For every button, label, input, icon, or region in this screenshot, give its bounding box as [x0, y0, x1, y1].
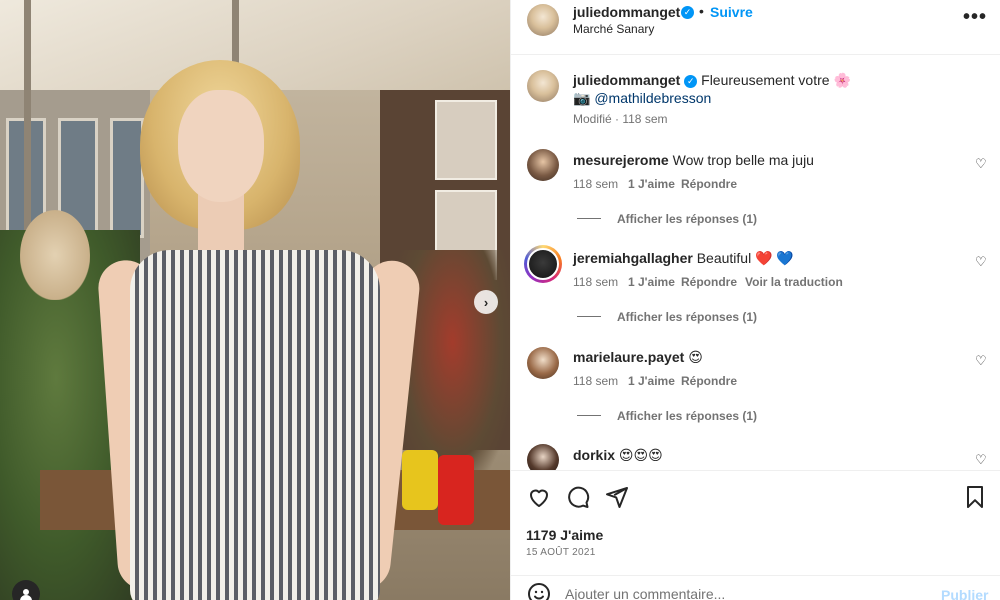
see-translation-button[interactable]: Voir la traduction [745, 275, 843, 289]
caption-line: juliedommanget ✓ Fleureusement votre 🌸 [573, 72, 851, 89]
caption-text: Fleureusement votre [701, 72, 830, 88]
caption-username[interactable]: juliedommanget [573, 72, 680, 88]
post-photo[interactable]: › [0, 0, 510, 600]
avatar [527, 248, 559, 280]
comments-list[interactable]: juliedommanget ✓ Fleureusement votre 🌸 📷… [511, 55, 1000, 470]
publish-button[interactable]: Publier [941, 587, 988, 600]
heart-icon[interactable]: ♡ [975, 452, 987, 468]
bookmark-icon[interactable] [963, 485, 987, 512]
share-icon[interactable] [605, 485, 629, 512]
comment-username[interactable]: jeremiahgallagher [573, 250, 693, 266]
avatar[interactable] [527, 70, 559, 102]
comment-text: 😍 [688, 349, 703, 365]
heart-icon[interactable]: ♡ [975, 353, 987, 369]
comment-text: 😍😍😍 [618, 447, 663, 463]
likes-count[interactable]: 1179 J'aime [526, 527, 603, 543]
caption-line-2: 📷 @mathildebresson [573, 90, 711, 107]
comment-time[interactable]: 118 sem [573, 177, 618, 191]
comment-likes[interactable]: 1 J'aime [628, 275, 675, 289]
comment-username[interactable]: mesurejerome [573, 152, 669, 168]
chevron-right-icon[interactable]: › [474, 290, 498, 314]
post-side-panel: juliedommanget ✓ • Suivre Marché Sanary … [510, 0, 1000, 600]
post-actions: 1179 J'aime 15 AOÛT 2021 Publier [511, 470, 1000, 600]
comment-text: Beautiful ❤️ 💙 [696, 250, 794, 266]
divider [577, 218, 601, 219]
emoji-icon[interactable] [527, 582, 551, 600]
heart-icon[interactable] [527, 485, 551, 512]
comment-line: jeremiahgallagher Beautiful ❤️ 💙 [573, 250, 794, 267]
pampas-grass [20, 210, 90, 300]
comment-likes[interactable]: 1 J'aime [628, 177, 675, 191]
follow-button[interactable]: Suivre [710, 4, 753, 20]
divider [577, 415, 601, 416]
magazine-poster [435, 100, 497, 180]
caption-tag-emoji: 📷 [573, 90, 591, 106]
user-tag-icon[interactable] [12, 580, 40, 600]
reply-button[interactable]: Répondre [681, 275, 737, 289]
comment-text: Wow trop belle ma juju [672, 152, 814, 168]
caption-meta: Modifié · 118 sem [573, 112, 668, 126]
more-horizontal-icon[interactable]: ••• [963, 6, 987, 29]
comment-line: dorkix 😍😍😍 [573, 447, 663, 464]
reply-button[interactable]: Répondre [681, 374, 737, 388]
post-header: juliedommanget ✓ • Suivre Marché Sanary … [511, 0, 1000, 55]
view-replies-button[interactable]: Afficher les réponses (1) [617, 310, 757, 324]
view-replies-button[interactable]: Afficher les réponses (1) [617, 212, 757, 226]
add-comment-bar: Publier [511, 575, 1000, 600]
verified-badge-icon: ✓ [681, 6, 694, 19]
comment-time[interactable]: 118 sem [573, 275, 618, 289]
separator-dot: • [699, 3, 704, 19]
comment-line: marielaure.payet 😍 [573, 349, 703, 366]
comment-line: mesurejerome Wow trop belle ma juju [573, 152, 814, 168]
comment-input[interactable] [565, 586, 925, 600]
comment-username[interactable]: dorkix [573, 447, 615, 463]
heart-icon[interactable]: ♡ [975, 156, 987, 172]
comment-likes[interactable]: 1 J'aime [628, 374, 675, 388]
post-date: 15 AOÛT 2021 [526, 547, 596, 558]
avatar[interactable] [527, 347, 559, 379]
caption-emoji: 🌸 [833, 72, 851, 88]
woman-figure [96, 60, 430, 600]
story-ring[interactable] [524, 245, 562, 283]
red-ribbon-spool [438, 455, 474, 525]
avatar[interactable] [527, 149, 559, 181]
comment-time[interactable]: 118 sem [573, 374, 618, 388]
view-replies-button[interactable]: Afficher les réponses (1) [617, 409, 757, 423]
author-username[interactable]: juliedommanget [573, 4, 680, 20]
avatar[interactable] [527, 444, 559, 470]
avatar[interactable] [527, 4, 559, 36]
comment-icon[interactable] [566, 485, 590, 512]
heart-icon[interactable]: ♡ [975, 254, 987, 270]
verified-badge-icon: ✓ [684, 74, 698, 88]
post-location[interactable]: Marché Sanary [573, 22, 654, 36]
comment-username[interactable]: marielaure.payet [573, 349, 684, 365]
reply-button[interactable]: Répondre [681, 177, 737, 191]
divider [577, 316, 601, 317]
striped-dress [130, 250, 380, 600]
face [178, 90, 264, 202]
caption-mention-link[interactable]: @mathildebresson [594, 90, 711, 106]
